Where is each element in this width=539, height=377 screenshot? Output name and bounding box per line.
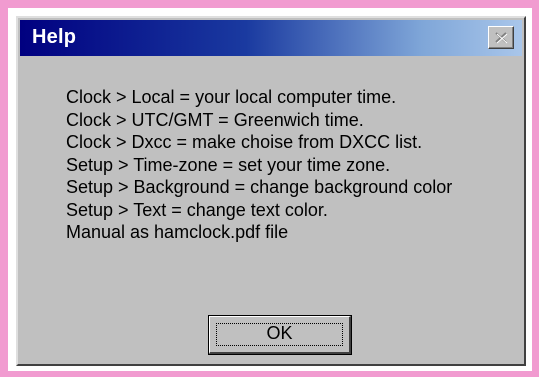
help-line-clock-utc: Clock > UTC/GMT = Greenwich time. bbox=[66, 109, 364, 130]
title-bar[interactable]: Help bbox=[20, 20, 522, 56]
help-line-manual: Manual as hamclock.pdf file bbox=[66, 222, 289, 242]
help-line-clock-dxcc: Clock > Dxcc = make choise from DXCC lis… bbox=[66, 132, 423, 152]
help-text: Clock > Local = your local computer time… bbox=[66, 86, 516, 244]
help-line-clock-local: Clock > Local = your local computer time… bbox=[66, 87, 397, 107]
ok-button-default-border: OK bbox=[208, 315, 352, 355]
help-line-setup-text: Setup > Text = change text color. bbox=[66, 199, 328, 220]
help-line-setup-background: Setup > Background = change background c… bbox=[66, 177, 453, 197]
ok-button[interactable]: OK bbox=[209, 316, 351, 354]
help-dialog: Help Clock > Local = your local computer… bbox=[16, 16, 526, 366]
ok-button-label: OK bbox=[266, 323, 293, 343]
window-title: Help bbox=[32, 26, 77, 48]
close-button[interactable] bbox=[488, 26, 514, 49]
close-icon bbox=[495, 32, 508, 44]
help-line-setup-timezone: Setup > Time-zone = set your time zone. bbox=[66, 154, 391, 175]
